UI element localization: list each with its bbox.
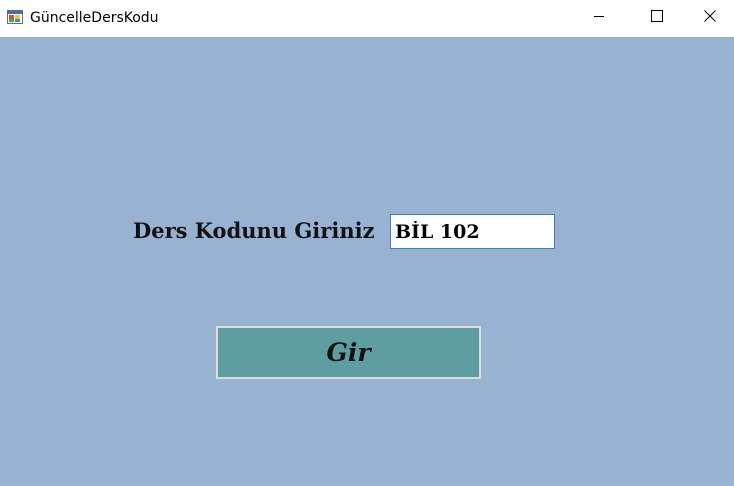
app-window: GüncelleDersKodu Ders Kodunu Giriniz Gir: [0, 0, 734, 486]
close-button[interactable]: [686, 0, 734, 36]
form-client-area: Ders Kodunu Giriniz Gir: [0, 37, 734, 486]
maximize-button[interactable]: [628, 0, 686, 36]
minimize-button[interactable]: [570, 0, 628, 36]
course-code-input[interactable]: [390, 214, 555, 249]
minimize-icon: [593, 9, 605, 27]
submit-button[interactable]: Gir: [216, 326, 481, 379]
close-icon: [704, 9, 716, 27]
windows-form-icon: [7, 9, 23, 25]
maximize-icon: [651, 9, 663, 27]
title-bar[interactable]: GüncelleDersKodu: [0, 0, 734, 37]
window-title: GüncelleDersKodu: [30, 10, 159, 26]
course-code-label: Ders Kodunu Giriniz: [133, 218, 375, 243]
